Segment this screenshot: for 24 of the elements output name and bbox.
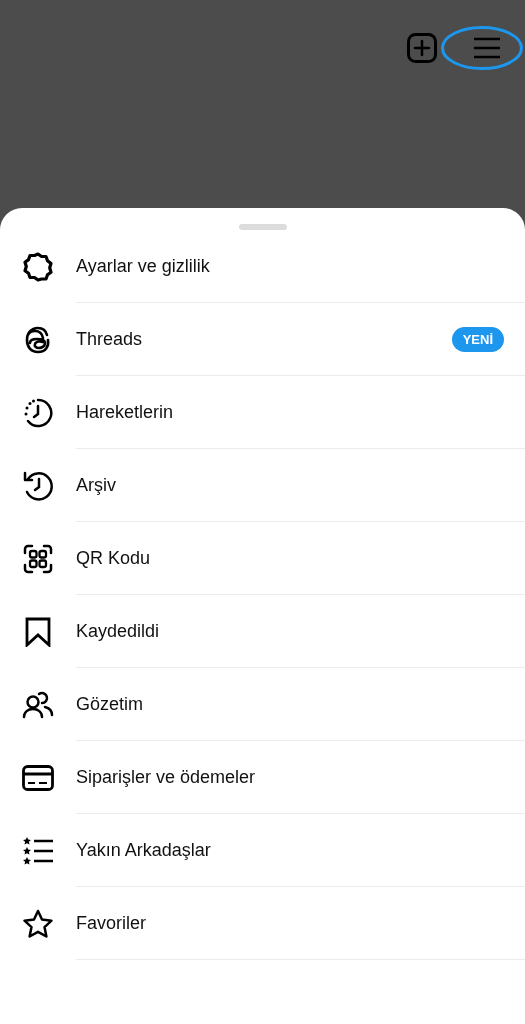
add-icon[interactable] [407,33,437,63]
history-icon [22,469,54,502]
menu-item[interactable]: Threads [76,328,143,350]
menu-item[interactable]: Ayarlar ve gizlilik [76,255,210,277]
drag-handle[interactable] [238,224,287,230]
menu-item[interactable]: Kaydedildi [76,620,160,642]
bookmark-icon [25,616,51,647]
menu-item[interactable]: QR Kodu [76,547,151,569]
activity-clock-icon [22,396,54,429]
menu-item[interactable]: Hareketlerin [76,401,174,423]
menu-item[interactable]: Yakın Arkadaşlar [76,839,211,861]
credit-card-icon [22,764,54,791]
threads-icon [25,325,51,354]
star-icon [22,908,54,939]
menu-item[interactable]: Gözetim [76,693,144,715]
menu-item[interactable]: Favoriler [76,912,146,934]
starred-list-icon [22,835,54,866]
qr-code-icon [23,543,53,574]
settings-icon [23,251,53,282]
menu-item[interactable]: Siparişler ve ödemeler [76,766,256,788]
menu-item[interactable]: Arşiv [76,474,116,496]
menu-icon[interactable] [473,37,501,59]
new-badge: YENİ [451,326,504,352]
people-icon [22,690,54,719]
